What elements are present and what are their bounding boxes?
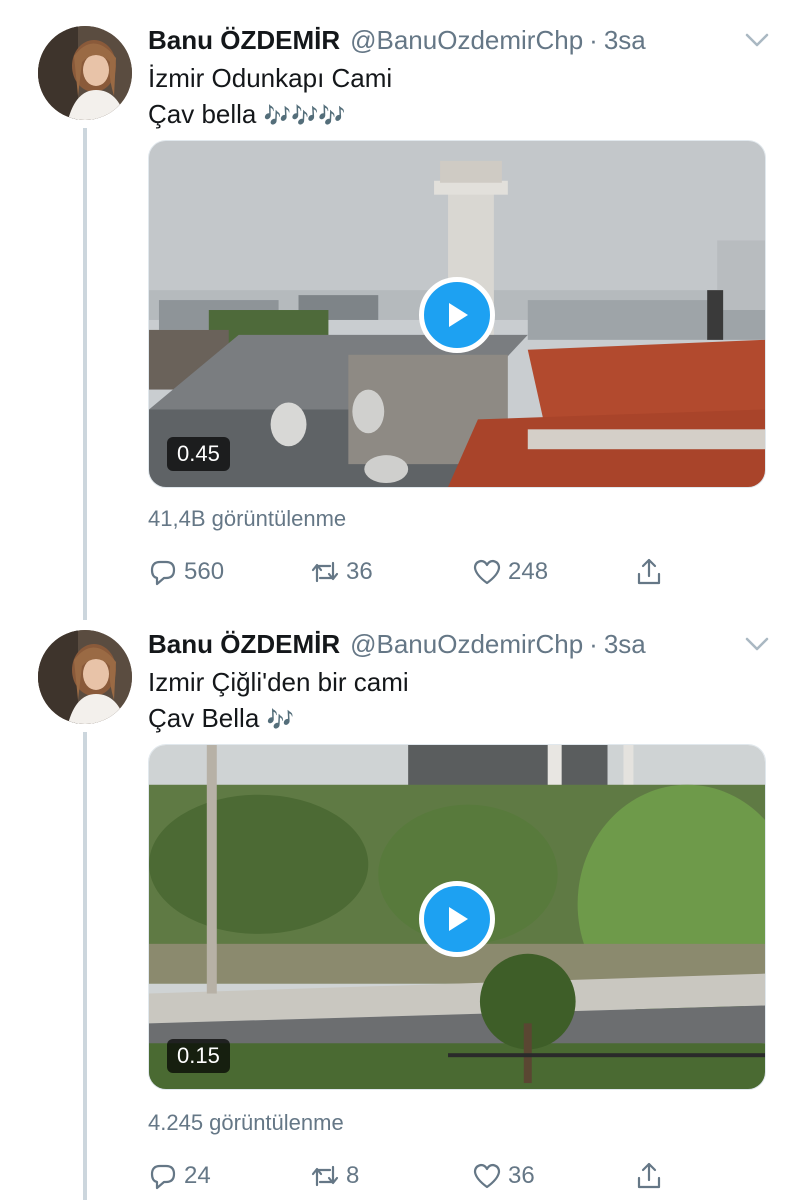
view-count: 41,4B görüntülenme: [148, 506, 347, 531]
play-icon: [449, 907, 468, 931]
play-button[interactable]: [419, 881, 495, 957]
video-player[interactable]: 0.15: [148, 744, 766, 1090]
tweet-text-line: Çav bella 🎶🎶🎶: [148, 96, 392, 135]
avatar[interactable]: [38, 26, 132, 120]
share-button[interactable]: [634, 1156, 670, 1196]
reply-count: 560: [184, 558, 225, 585]
tweet-actions: 24 8 36: [148, 1156, 708, 1196]
play-button[interactable]: [419, 277, 495, 353]
tweet-text-line: Çav Bella 🎶: [148, 700, 409, 739]
avatar-image: [38, 630, 132, 724]
like-count: 36: [508, 1162, 535, 1189]
reply-count: 24: [184, 1162, 211, 1189]
video-player[interactable]: 0.45: [148, 140, 766, 488]
separator: ·: [589, 628, 598, 659]
share-icon: [637, 558, 661, 585]
tweet-text-line-content: Çav bella: [148, 99, 257, 129]
retweet-count: 36: [346, 558, 373, 585]
thread-line: [83, 128, 87, 620]
music-note-emoji: 🎶🎶🎶: [263, 104, 346, 129]
tweet-text-line-content: Çav Bella: [148, 703, 260, 733]
avatar[interactable]: [38, 630, 132, 724]
share-button[interactable]: [634, 552, 670, 592]
retweet-button[interactable]: 36: [310, 552, 373, 592]
tweet[interactable]: Banu ÖZDEMİR @BanuOzdemirChp · 3sa Izmir…: [0, 604, 804, 1200]
share-icon: [637, 1162, 661, 1189]
author-handle[interactable]: @BanuOzdemirChp: [350, 629, 583, 660]
heart-icon: [473, 1163, 501, 1189]
tweet-text-line: Izmir Çiğli'den bir cami: [148, 667, 409, 697]
like-button[interactable]: 36: [472, 1156, 535, 1196]
author-name[interactable]: Banu ÖZDEMİR: [148, 629, 340, 660]
reply-button[interactable]: 24: [148, 1156, 211, 1196]
tweet-text: İzmir Odunkapı Cami Çav bella 🎶🎶🎶: [148, 60, 392, 135]
author-name[interactable]: Banu ÖZDEMİR: [148, 25, 340, 56]
chevron-down-icon[interactable]: [742, 632, 772, 656]
heart-icon: [473, 559, 501, 585]
thread-line: [83, 732, 87, 1200]
author-handle[interactable]: @BanuOzdemirChp: [350, 25, 583, 56]
timestamp[interactable]: 3sa: [604, 25, 646, 56]
music-note-emoji: 🎶: [266, 708, 294, 733]
view-count: 4.245 görüntülenme: [148, 1110, 344, 1135]
timestamp[interactable]: 3sa: [604, 629, 646, 660]
tweet[interactable]: Banu ÖZDEMİR @BanuOzdemirChp · 3sa İzmir…: [0, 0, 804, 620]
video-duration: 0.15: [167, 1039, 230, 1073]
retweet-icon: [311, 561, 339, 583]
video-duration: 0.45: [167, 437, 230, 471]
avatar-image: [38, 26, 132, 120]
tweet-text: Izmir Çiğli'den bir cami Çav Bella 🎶: [148, 664, 409, 739]
reply-icon: [150, 1164, 176, 1190]
tweet-text-line: İzmir Odunkapı Cami: [148, 63, 393, 93]
tweet-actions: 560 36 248: [148, 552, 708, 592]
like-count: 248: [508, 558, 549, 585]
reply-button[interactable]: 560: [148, 552, 224, 592]
separator: ·: [589, 24, 598, 55]
like-button[interactable]: 248: [472, 552, 548, 592]
tweet-header: Banu ÖZDEMİR @BanuOzdemirChp · 3sa: [148, 626, 646, 662]
retweet-icon: [311, 1165, 339, 1187]
play-icon: [449, 303, 468, 327]
retweet-button[interactable]: 8: [310, 1156, 359, 1196]
reply-icon: [150, 560, 176, 586]
tweet-header: Banu ÖZDEMİR @BanuOzdemirChp · 3sa: [148, 22, 646, 58]
chevron-down-icon[interactable]: [742, 28, 772, 52]
retweet-count: 8: [346, 1162, 360, 1189]
